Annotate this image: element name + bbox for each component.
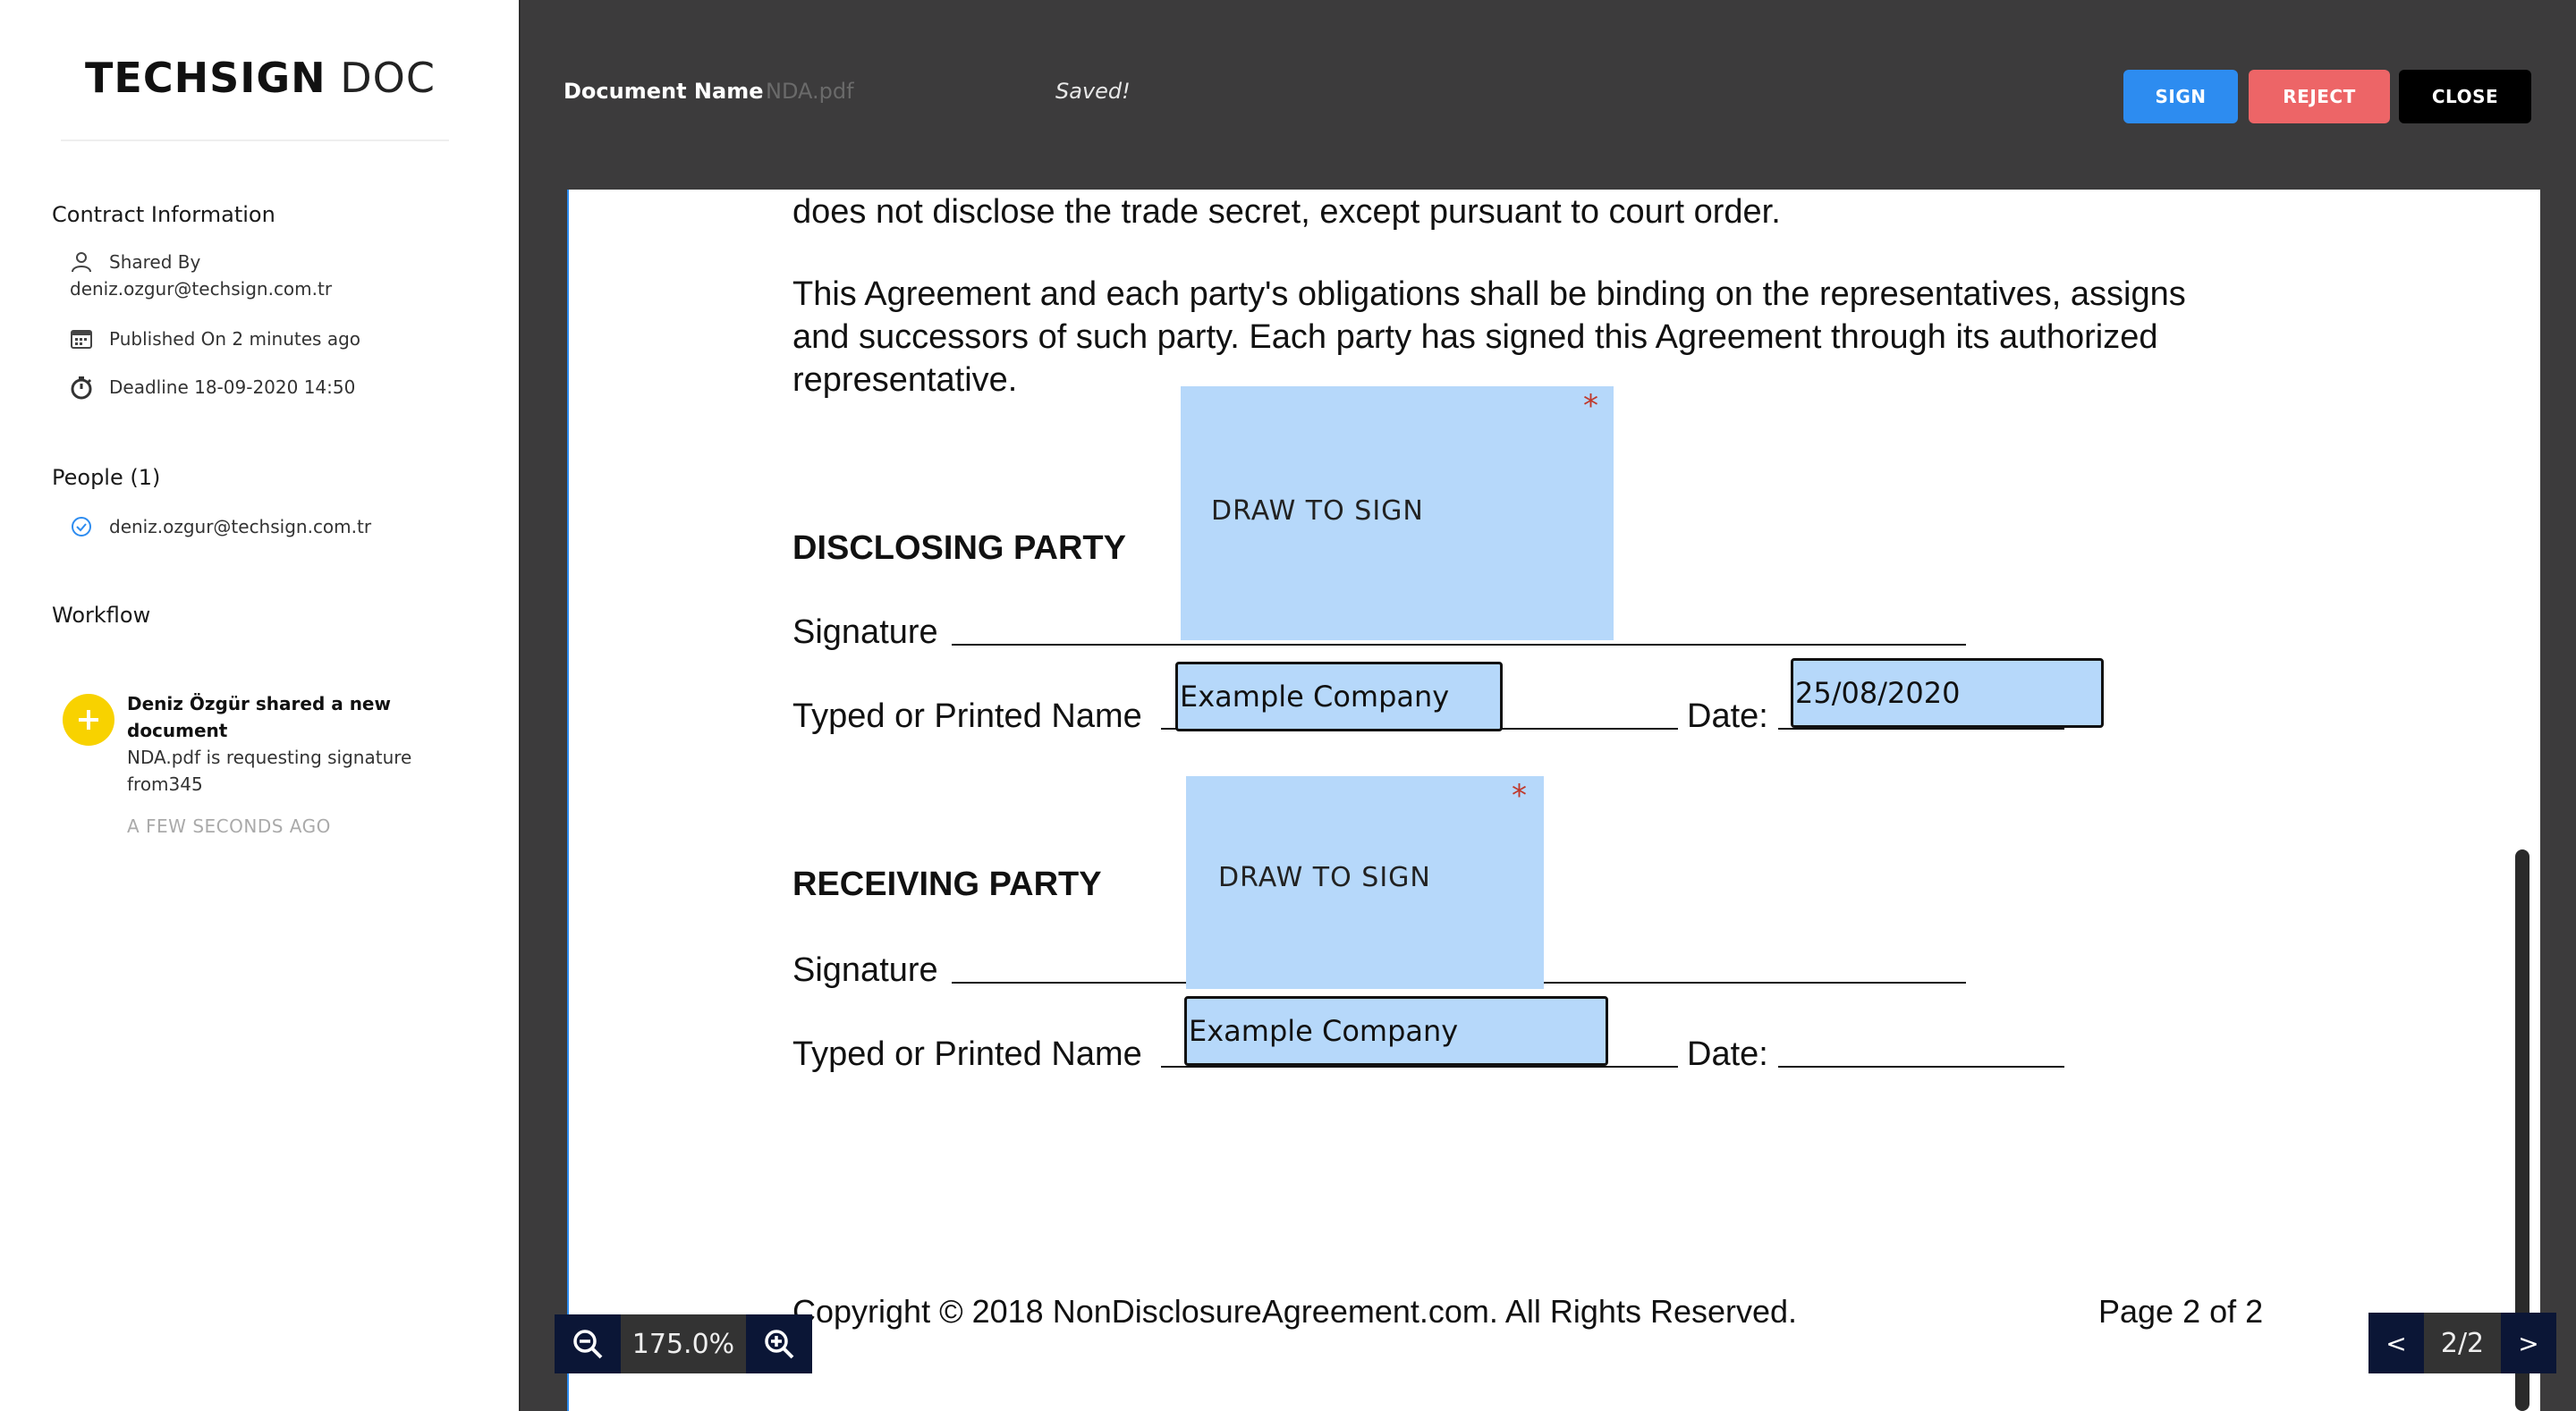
- workflow-event: Deniz Özgür shared a new document NDA.pd…: [127, 690, 431, 798]
- workflow-title: Workflow: [52, 603, 151, 628]
- printed-name-label: Typed or Printed Name: [792, 697, 1142, 735]
- doc-text-line: This Agreement and each party's obligati…: [792, 275, 2186, 313]
- person-email: deniz.ozgur@techsign.com.tr: [109, 516, 372, 537]
- workflow-event-title: Deniz Özgür shared a new document: [127, 693, 391, 741]
- printed-name-line: [1161, 1066, 1678, 1068]
- zoom-level: 175.0%: [621, 1314, 746, 1373]
- shared-by-email: deniz.ozgur@techsign.com.tr: [70, 275, 332, 302]
- zoom-out-button[interactable]: [555, 1314, 621, 1373]
- next-page-button[interactable]: >: [2501, 1313, 2556, 1373]
- user-icon: [68, 249, 95, 275]
- workflow-event-detail: NDA.pdf is requesting signature from345: [127, 747, 412, 795]
- doc-text-line: does not disclose the trade secret, exce…: [792, 193, 1781, 231]
- person-row[interactable]: deniz.ozgur@techsign.com.tr: [68, 513, 371, 540]
- document-name-value: NDA.pdf: [766, 79, 854, 104]
- required-asterisk: *: [1583, 388, 1598, 424]
- save-status: Saved!: [1055, 79, 1131, 104]
- contract-info-title: Contract Information: [52, 202, 275, 227]
- calendar-icon: [68, 325, 95, 352]
- people-title: People (1): [52, 465, 161, 490]
- doc-text-line: representative.: [792, 361, 1018, 399]
- draw-to-sign-field-receiving[interactable]: DRAW TO SIGN *: [1186, 776, 1544, 989]
- required-asterisk: *: [1512, 778, 1527, 814]
- date-label: Date:: [1687, 697, 1768, 735]
- zoom-in-button[interactable]: [746, 1314, 812, 1373]
- doc-footer-copyright: Copyright © 2018 NonDisclosureAgreement.…: [792, 1293, 1798, 1330]
- sign-button[interactable]: SIGN: [2123, 70, 2238, 123]
- reject-button[interactable]: REJECT: [2249, 70, 2390, 123]
- receiving-party-heading: RECEIVING PARTY: [792, 866, 1102, 903]
- printed-name-label: Typed or Printed Name: [792, 1035, 1142, 1073]
- sidebar: TECHSIGN DOC Contract Information Shared…: [0, 0, 521, 1411]
- shared-by-email-text: deniz.ozgur@techsign.com.tr: [70, 278, 333, 300]
- draw-to-sign-label: DRAW TO SIGN: [1211, 495, 1424, 527]
- date-line: [1778, 728, 2064, 730]
- doc-text-line: and successors of such party. Each party…: [792, 318, 2158, 356]
- page-navigation: < 2/2 >: [2368, 1313, 2556, 1373]
- brand-suffix: DOC: [340, 54, 436, 102]
- deadline-row: Deadline 18-09-2020 14:50: [68, 374, 355, 401]
- disclosing-party-heading: DISCLOSING PARTY: [792, 529, 1126, 567]
- disclosing-date-field[interactable]: 25/08/2020: [1791, 658, 2104, 728]
- draw-to-sign-label: DRAW TO SIGN: [1218, 862, 1431, 893]
- workflow-event-time: A FEW SECONDS AGO: [127, 815, 331, 837]
- disclosing-name-field[interactable]: Example Company: [1175, 662, 1503, 731]
- sidebar-divider: [61, 139, 449, 141]
- published-text: Published On 2 minutes ago: [109, 328, 361, 350]
- close-button[interactable]: CLOSE: [2399, 70, 2531, 123]
- zoom-controls: 175.0%: [555, 1314, 812, 1373]
- signature-label: Signature: [792, 951, 938, 989]
- zoom-in-icon: [765, 1330, 794, 1359]
- doc-footer-page: Page 2 of 2: [2098, 1293, 2264, 1330]
- stopwatch-icon: [68, 374, 95, 401]
- brand-name: TECHSIGN: [85, 54, 326, 102]
- date-label: Date:: [1687, 1035, 1768, 1073]
- zoom-out-icon: [573, 1330, 603, 1359]
- signature-label: Signature: [792, 613, 938, 651]
- shared-by-label: Shared By: [109, 251, 201, 273]
- published-row: Published On 2 minutes ago: [68, 325, 360, 352]
- draw-to-sign-field-disclosing[interactable]: DRAW TO SIGN *: [1181, 386, 1614, 640]
- signature-line: [952, 644, 1966, 646]
- date-line: [1778, 1066, 2064, 1068]
- plus-icon: [63, 694, 114, 746]
- page-indicator: 2/2: [2424, 1313, 2501, 1373]
- document-name-label: Document Name: [564, 79, 764, 104]
- deadline-text: Deadline 18-09-2020 14:50: [109, 376, 356, 398]
- check-circle-icon: [68, 513, 95, 540]
- receiving-name-field[interactable]: Example Company: [1184, 996, 1608, 1066]
- prev-page-button[interactable]: <: [2368, 1313, 2424, 1373]
- shared-by-row: Shared By: [68, 249, 200, 275]
- brand-logo: TECHSIGN DOC: [0, 54, 521, 102]
- document-page: does not disclose the trade secret, exce…: [567, 190, 2517, 1411]
